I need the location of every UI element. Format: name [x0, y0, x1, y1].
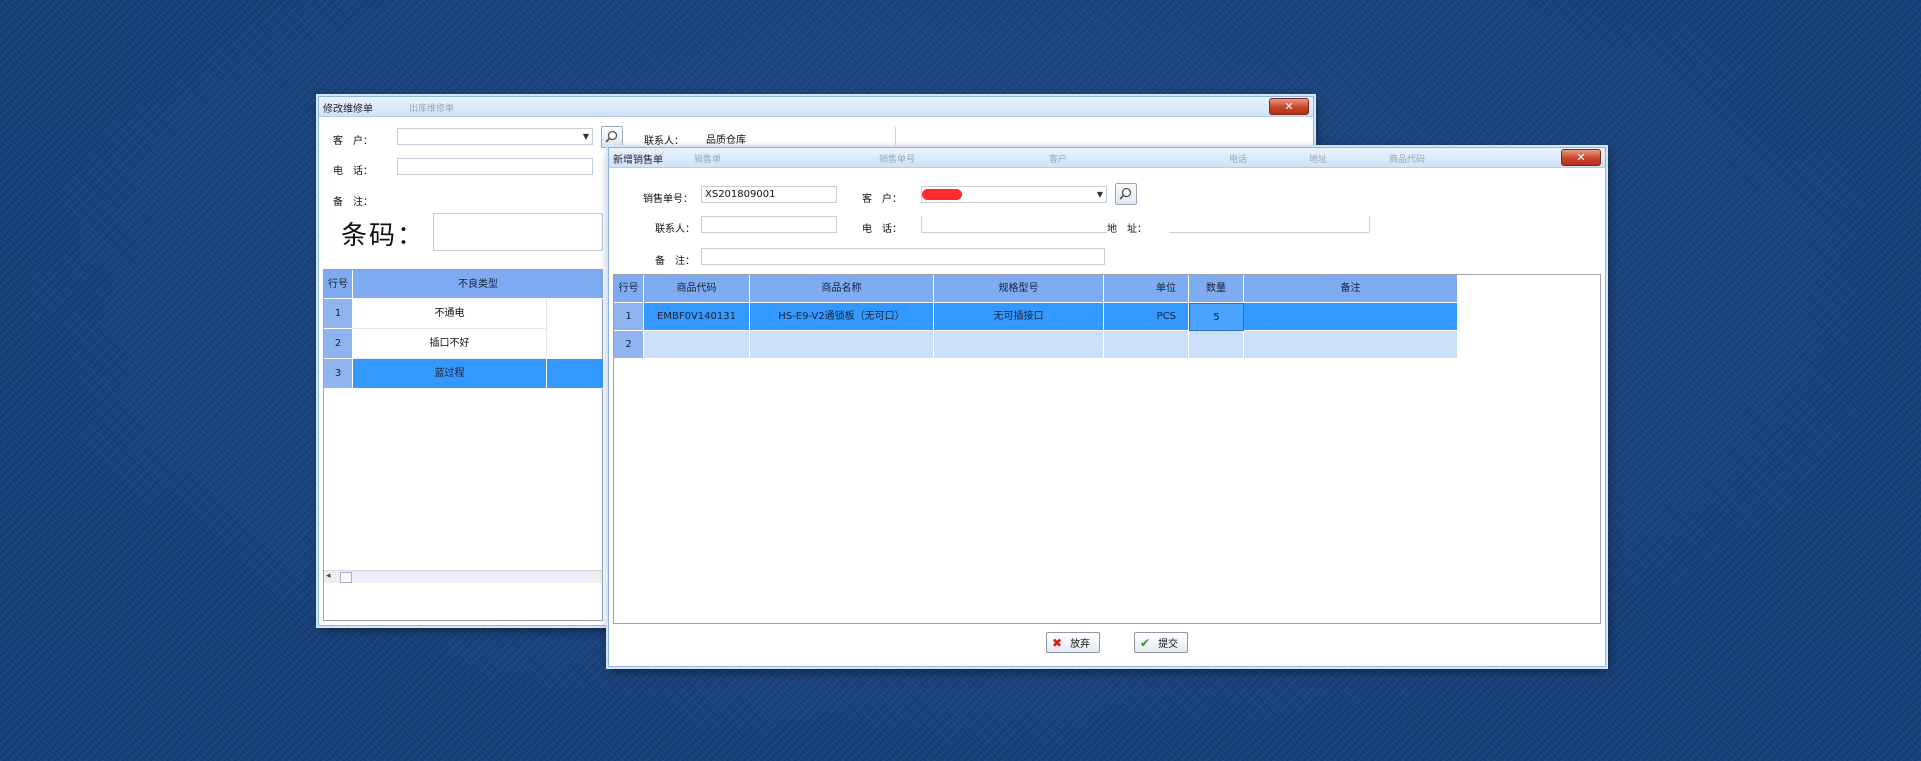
ghost-title-1: 销售单 [694, 155, 722, 165]
phone-field-edge [921, 216, 922, 232]
ghost-title-5: 地址 [1309, 155, 1328, 165]
front-window-title: 新增销售单 [613, 155, 663, 166]
cancel-icon: ✖ [1052, 635, 1063, 650]
sales-grid: 行号 商品代码 商品名称 规格型号 单位 数量 备注 1 EMBF0V14013… [613, 274, 1601, 624]
back-remark-label: 备 注： [333, 197, 373, 208]
close-icon: ✕ [1284, 100, 1294, 113]
defect-grid: 行号 不良类型 1 不通电 2 插口不好 3 蓝过程 ◂ [323, 269, 604, 621]
back-phone-label: 电 话： [333, 166, 373, 177]
sales-row-2-remark[interactable] [1244, 331, 1458, 359]
sales-row-1-name[interactable]: HS-E9-V2通锁板（无可口） [750, 303, 934, 331]
sales-grid-header-no: 行号 [614, 275, 644, 303]
defect-row-3-type[interactable]: 蓝过程 [353, 359, 547, 389]
dropdown-arrow-icon: ▼ [1096, 190, 1103, 199]
order-no-field[interactable]: XS201809001 [701, 186, 837, 203]
defect-row-3-extra[interactable] [547, 359, 604, 389]
phone-field[interactable] [921, 232, 1107, 233]
sales-grid-header-qty[interactable]: 数量 [1189, 275, 1244, 303]
defect-grid-header-no: 行号 [324, 270, 353, 299]
defect-row-3-no[interactable]: 3 [324, 359, 353, 389]
sales-row-1-remark[interactable] [1244, 303, 1458, 331]
ghost-title-4: 电话 [1229, 155, 1248, 165]
submit-button[interactable]: ✔ 提交 [1134, 632, 1188, 653]
back-divider [895, 127, 896, 147]
sales-row-2-qty[interactable] [1189, 331, 1244, 359]
ghost-title-6: 商品代码 [1389, 155, 1426, 165]
barcode-label: 条码： [341, 221, 426, 251]
scroll-thumb[interactable] [340, 572, 352, 583]
search-icon [1119, 187, 1132, 200]
order-no-label: 销售单号： [643, 194, 693, 205]
cancel-button[interactable]: ✖ 放弃 [1046, 632, 1100, 653]
back-contact-value[interactable]: 品质仓库 [706, 131, 746, 146]
back-window-close-button[interactable]: ✕ [1269, 98, 1309, 115]
sales-row-2-spec[interactable] [934, 331, 1104, 359]
cancel-button-label: 放弃 [1070, 639, 1091, 650]
defect-grid-header-type[interactable]: 不良类型 [353, 270, 604, 299]
back-phone-field[interactable] [397, 158, 593, 175]
sales-grid-header-unit[interactable]: 单位 [1104, 275, 1189, 303]
address-field[interactable] [1169, 232, 1369, 233]
sales-grid-header-code[interactable]: 商品代码 [644, 275, 750, 303]
submit-button-label: 提交 [1158, 639, 1179, 650]
back-customer-label: 客 户： [333, 136, 373, 147]
front-window: 新增销售单 销售单 销售单号 客户 电话 地址 商品代码 ✕ 销售单号： XS2… [608, 147, 1606, 667]
barcode-input[interactable] [433, 213, 603, 251]
remark-label: 备 注： [655, 256, 695, 267]
sales-row-1-spec[interactable]: 无可插接口 [934, 303, 1104, 331]
sales-grid-header-remark[interactable]: 备注 [1244, 275, 1458, 303]
sales-row-1-no[interactable]: 1 [614, 303, 644, 331]
contact-field[interactable] [701, 216, 837, 233]
sales-row-2-unit[interactable] [1104, 331, 1189, 359]
scroll-left-icon[interactable]: ◂ [326, 571, 331, 581]
remark-field[interactable] [701, 248, 1105, 265]
defect-row-2-type[interactable]: 插口不好 [353, 329, 547, 359]
front-window-close-button[interactable]: ✕ [1561, 149, 1601, 166]
search-icon [605, 130, 618, 143]
back-customer-select[interactable]: ▼ [397, 128, 593, 145]
dropdown-arrow-icon: ▼ [582, 132, 589, 141]
contact-label: 联系人： [655, 224, 695, 235]
sales-grid-header-name[interactable]: 商品名称 [750, 275, 934, 303]
defect-row-1-no[interactable]: 1 [324, 299, 353, 329]
redaction-mark [922, 189, 962, 200]
ghost-title-2: 销售单号 [879, 155, 916, 165]
customer-label: 客 户： [862, 194, 902, 205]
sales-row-1-code[interactable]: EMBF0V140131 [644, 303, 750, 331]
back-window-titlebar[interactable]: 修改维修单 出库维修单 ✕ [319, 97, 1313, 117]
back-customer-search-button[interactable] [601, 126, 623, 148]
check-icon: ✔ [1140, 635, 1151, 650]
ghost-title-3: 客户 [1049, 155, 1068, 165]
defect-row-1-type[interactable]: 不通电 [353, 299, 547, 329]
back-contact-label: 联系人： [644, 136, 684, 147]
customer-select[interactable]: ▼ [921, 186, 1107, 203]
sales-grid-header-spec[interactable]: 规格型号 [934, 275, 1104, 303]
defect-row-2-no[interactable]: 2 [324, 329, 353, 359]
sales-row-1-unit[interactable]: PCS [1104, 303, 1189, 331]
sales-row-1-qty[interactable]: 5 [1189, 303, 1244, 331]
close-icon: ✕ [1576, 151, 1586, 164]
phone-label: 电 话： [862, 224, 902, 235]
front-window-titlebar[interactable]: 新增销售单 销售单 销售单号 客户 电话 地址 商品代码 ✕ [609, 148, 1605, 168]
address-field-edge [1369, 216, 1370, 232]
sales-row-2-no[interactable]: 2 [614, 331, 644, 359]
sales-row-2-code[interactable] [644, 331, 750, 359]
customer-search-button[interactable] [1115, 183, 1137, 205]
sales-row-2-name[interactable] [750, 331, 934, 359]
back-window-title: 修改维修单 [323, 104, 373, 115]
back-window-ghost-title: 出库维修单 [409, 104, 455, 114]
defect-grid-hscroll[interactable]: ◂ [324, 570, 602, 583]
address-label: 地 址： [1107, 224, 1147, 235]
